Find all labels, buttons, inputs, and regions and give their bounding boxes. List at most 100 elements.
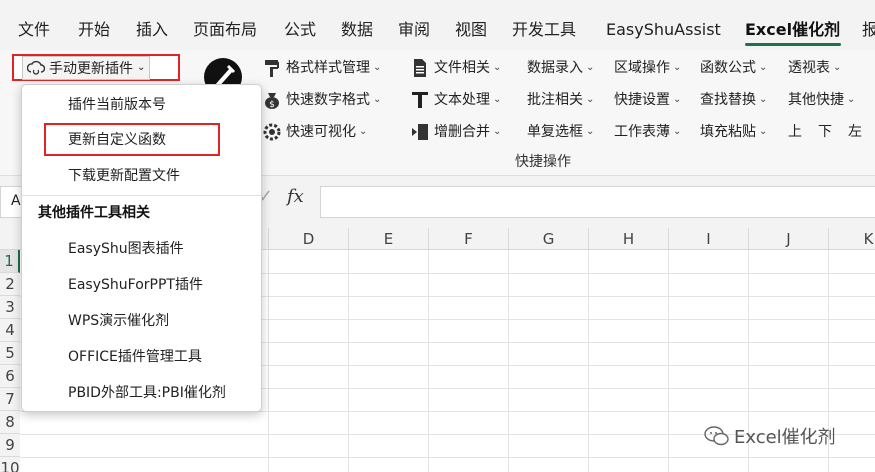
tab-easyshuassist[interactable]: EasyShuAssist <box>606 19 721 41</box>
chevron-down-icon: ⌄ <box>493 62 502 73</box>
column-header-d[interactable]: D <box>268 228 348 250</box>
menu-item-pbid-external-tools[interactable]: PBID外部工具:PBI催化剂 <box>68 383 226 403</box>
chevron-down-icon: ⌄ <box>759 62 768 73</box>
chevron-down-icon: ⌄ <box>673 126 682 137</box>
menu-item-current-version[interactable]: 插件当前版本号 <box>68 95 166 115</box>
grid-line <box>508 250 509 472</box>
grid-line <box>268 250 269 472</box>
chevron-down-icon: ⌄ <box>759 94 768 105</box>
row-header-7[interactable]: 7 <box>0 388 20 411</box>
tab-view[interactable]: 视图 <box>455 19 487 41</box>
paint-roller-icon <box>262 58 282 78</box>
file-related-button[interactable]: 文件相关 ⌄ <box>410 58 501 78</box>
range-operations-button[interactable]: 区域操作 ⌄ <box>614 58 681 78</box>
chevron-down-icon: ⌄ <box>373 94 382 105</box>
tab-review[interactable]: 审阅 <box>398 19 430 41</box>
tab-insert[interactable]: 插入 <box>136 19 168 41</box>
tab-formulas[interactable]: 公式 <box>284 19 316 41</box>
row-header-1[interactable]: 1 <box>0 250 20 273</box>
quick-visualize-button[interactable]: 快速可视化 ⌄ <box>262 122 367 142</box>
grid-line <box>20 457 875 458</box>
column-header-g[interactable]: G <box>508 228 588 250</box>
row-header-6[interactable]: 6 <box>0 365 20 388</box>
function-formula-button[interactable]: 函数公式 ⌄ <box>700 58 767 78</box>
row-header-8[interactable]: 8 <box>0 411 20 434</box>
row-header-9[interactable]: 9 <box>0 434 20 457</box>
manual-update-plugin-button[interactable]: 手动更新插件 ⌄ <box>12 54 180 81</box>
update-plugin-dropdown: 插件当前版本号 更新自定义函数 下载更新配置文件 其他插件工具相关 EasySh… <box>21 84 262 412</box>
quick-number-format-button[interactable]: $ 快速数字格式 ⌄ <box>262 90 381 110</box>
row-header-2[interactable]: 2 <box>0 273 20 296</box>
gear-chart-icon <box>262 122 282 142</box>
quick-settings-button[interactable]: 快捷设置 ⌄ <box>614 90 681 110</box>
grid-line <box>348 250 349 472</box>
checkbox-button[interactable]: 单复选框 ⌄ <box>527 122 594 142</box>
move-down-button[interactable]: 下 <box>818 122 832 142</box>
column-header-h[interactable]: H <box>588 228 668 250</box>
watermark: Excel催化剂 <box>704 423 836 449</box>
menu-bar: 文件 开始 插入 页面布局 公式 数据 审阅 视图 开发工具 EasyShuAs… <box>0 0 875 50</box>
chevron-down-icon: ⌄ <box>586 62 595 73</box>
chevron-down-icon: ⌄ <box>137 62 146 73</box>
menu-item-office-addin-manager[interactable]: OFFICE插件管理工具 <box>68 347 202 367</box>
other-shortcuts-button[interactable]: 其他快捷 ⌄ <box>788 90 855 110</box>
column-header-i[interactable]: I <box>668 228 748 250</box>
data-entry-button[interactable]: 数据录入 ⌄ <box>527 58 594 78</box>
formula-input[interactable] <box>320 186 875 218</box>
tab-excel-catalyst[interactable]: Excel催化剂 <box>745 19 840 41</box>
move-left-button[interactable]: 左 <box>848 122 862 142</box>
grid-line <box>668 250 669 472</box>
move-up-button[interactable]: 上 <box>788 122 802 142</box>
text-t-icon <box>410 90 430 110</box>
row-header-3[interactable]: 3 <box>0 296 20 319</box>
tab-page-layout[interactable]: 页面布局 <box>193 19 257 41</box>
insert-function-button[interactable]: fx <box>287 186 304 207</box>
chevron-down-icon: ⌄ <box>359 126 368 137</box>
insert-delete-merge-button[interactable]: 增删合并 ⌄ <box>410 122 501 142</box>
menu-item-update-custom-functions[interactable]: 更新自定义函数 <box>68 130 166 150</box>
column-header-j[interactable]: J <box>748 228 828 250</box>
column-header-k[interactable]: K <box>828 228 875 250</box>
cloud-refresh-icon <box>26 59 46 77</box>
wechat-icon <box>704 425 730 447</box>
tab-developer[interactable]: 开发工具 <box>512 19 576 41</box>
menu-item-wps-catalyst[interactable]: WPS演示催化剂 <box>68 311 169 331</box>
grid-line <box>588 250 589 472</box>
tab-report[interactable]: 报 <box>862 19 875 41</box>
svg-text:$: $ <box>269 100 275 110</box>
menu-item-easyshu-ppt[interactable]: EasyShuForPPT插件 <box>68 275 203 295</box>
format-style-manager-button[interactable]: 格式样式管理 ⌄ <box>262 58 381 78</box>
chevron-down-icon: ⌄ <box>673 94 682 105</box>
chevron-down-icon: ⌄ <box>586 126 595 137</box>
chevron-down-icon: ⌄ <box>493 94 502 105</box>
chevron-down-icon: ⌄ <box>493 126 502 137</box>
money-bag-icon: $ <box>262 90 282 110</box>
row-header-4[interactable]: 4 <box>0 319 20 342</box>
file-icon <box>410 58 430 78</box>
tab-home[interactable]: 开始 <box>78 19 110 41</box>
column-header-e[interactable]: E <box>348 228 428 250</box>
menu-item-easyshu-chart[interactable]: EasyShu图表插件 <box>68 239 184 259</box>
ribbon-group-label: 快捷操作 <box>515 154 571 170</box>
tab-data[interactable]: 数据 <box>341 19 373 41</box>
chevron-down-icon: ⌄ <box>373 62 382 73</box>
pivot-table-button[interactable]: 透视表 ⌄ <box>788 58 841 78</box>
column-header-f[interactable]: F <box>428 228 508 250</box>
menu-heading-other-tools: 其他插件工具相关 <box>38 205 150 221</box>
menu-separator <box>22 195 261 196</box>
chevron-down-icon: ⌄ <box>673 62 682 73</box>
text-processing-button[interactable]: 文本处理 ⌄ <box>410 90 501 110</box>
worksheet-book-button[interactable]: 工作表薄 ⌄ <box>614 122 681 142</box>
comments-button[interactable]: 批注相关 ⌄ <box>527 90 594 110</box>
tab-file[interactable]: 文件 <box>18 19 50 41</box>
active-tab-indicator <box>745 43 841 46</box>
chevron-down-icon: ⌄ <box>759 126 768 137</box>
row-header-5[interactable]: 5 <box>0 342 20 365</box>
grid-line <box>428 250 429 472</box>
fill-paste-button[interactable]: 填充粘贴 ⌄ <box>700 122 767 142</box>
chevron-down-icon: ⌄ <box>833 62 842 73</box>
find-replace-button[interactable]: 查找替换 ⌄ <box>700 90 767 110</box>
insert-icon <box>410 122 430 142</box>
menu-item-download-config[interactable]: 下载更新配置文件 <box>68 166 180 186</box>
row-header-10[interactable]: 10 <box>0 457 20 472</box>
